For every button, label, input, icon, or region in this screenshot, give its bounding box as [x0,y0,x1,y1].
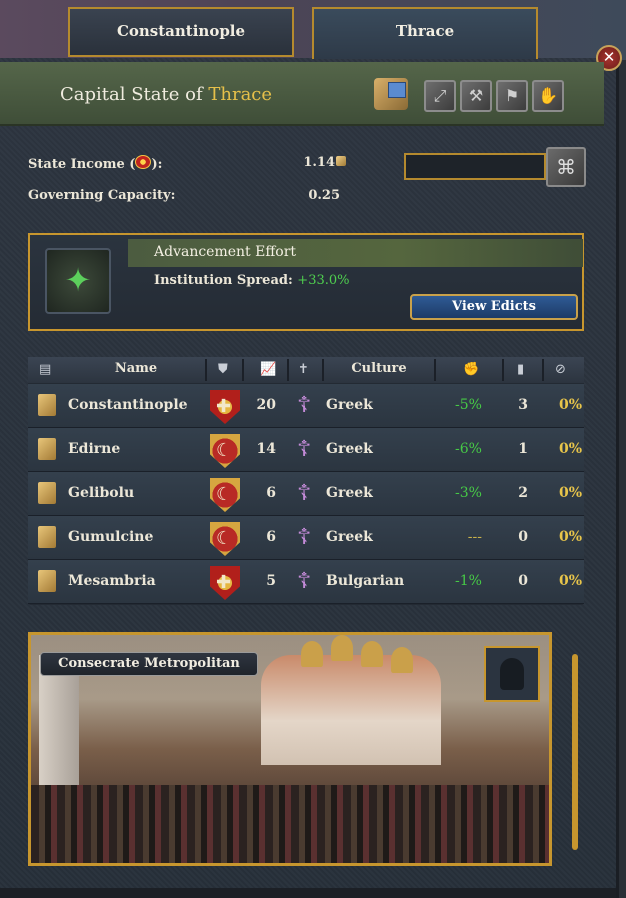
change-value: -6% [455,441,482,457]
religion-header-icon[interactable]: ✝ [298,362,309,377]
change-value: -3% [455,485,482,501]
province-scroll-icon[interactable] [38,482,56,504]
development-header-icon[interactable]: 📈 [260,362,276,377]
cathedral [261,655,441,765]
coin-icon [336,156,346,166]
scroll-header-icon[interactable]: ▤ [39,362,51,377]
buildings-value: 3 [518,397,528,413]
header-divider [242,359,244,381]
cornucopia-icon[interactable]: ⌘ [546,147,586,187]
governing-capacity-value: 0.25 [308,188,340,203]
province-name[interactable]: Edirne [68,441,120,457]
culture-value: Greek [326,529,373,545]
handshake-icon[interactable]: ✋ [532,80,564,112]
province-scroll-icon[interactable] [38,526,56,548]
header-divider [434,359,436,381]
header-divider [287,359,289,381]
state-edict-icon[interactable] [374,78,408,110]
development-value: 6 [266,529,276,545]
change-value: --- [467,529,482,545]
orthodox-cross-icon: ☦ [296,569,312,594]
devastation-value: 0% [558,441,582,457]
dome [391,647,413,673]
event-title[interactable]: Consecrate Metropolitan [40,652,258,676]
province-scroll-icon[interactable] [38,570,56,592]
change-value: -1% [455,573,482,589]
column-culture[interactable]: Culture [326,361,432,376]
devastation-header-icon[interactable]: ⊘ [555,362,566,377]
change-value: -5% [455,397,482,413]
development-value: 6 [266,485,276,501]
dome [331,635,353,661]
buildings-value: 0 [518,529,528,545]
shield-header-icon[interactable]: ⛊ [218,362,228,377]
move-capital-icon[interactable]: ⚑ [496,80,528,112]
province-name[interactable]: Constantinople [68,397,188,413]
advancement-book-icon: ✦ [45,248,111,314]
culture-value: Greek [326,485,373,501]
buildings-value: 2 [518,485,528,501]
buildings-value: 1 [518,441,528,457]
ducats-flag-icon [135,155,152,169]
devastation-value: 0% [558,573,582,589]
crowd [31,785,549,863]
tab-thrace[interactable]: Thrace [312,7,538,59]
province-name[interactable]: Mesambria [68,573,156,589]
advancement-title: Advancement Effort [154,244,297,260]
institution-spread-value: +33.0% [297,273,350,288]
development-value: 20 [256,397,276,413]
page-title: Capital State of Thrace [60,84,272,105]
state-income-value: 1.14 [286,155,346,170]
culture-value: Greek [326,397,373,413]
view-edicts-button[interactable]: View Edicts [410,294,578,320]
flag-icon [388,82,406,98]
devastation-value: 0% [558,485,582,501]
event-scrollbar[interactable] [572,654,578,850]
development-value: 14 [256,441,276,457]
state-income-label: State Income (): [28,155,163,172]
expand-infrastructure-icon[interactable]: ⤢ [424,80,456,112]
development-value: 5 [266,573,276,589]
column-name[interactable]: Name [70,361,202,376]
orthodox-cross-icon: ☦ [296,525,312,550]
culture-value: Greek [326,441,373,457]
dome [301,641,323,667]
orthodox-cross-icon: ☦ [296,437,312,462]
title-state-name: Thrace [208,84,273,105]
orthodox-cross-icon: ☦ [296,393,312,418]
header-divider [322,359,324,381]
event-portrait-slot[interactable] [484,646,540,702]
state-edict-slot[interactable] [404,153,546,180]
header-divider [502,359,504,381]
orthodox-cross-icon: ☦ [296,481,312,506]
title-prefix: Capital State of [60,84,203,105]
province-name[interactable]: Gumulcine [68,529,153,545]
devastation-value: 0% [558,397,582,413]
advisor-silhouette-icon [500,658,524,690]
province-name[interactable]: Gelibolu [68,485,134,501]
tab-constantinople[interactable]: Constantinople [68,7,294,57]
institution-spread: Institution Spread: +33.0% [154,273,350,288]
header-divider [205,359,207,381]
province-scroll-icon[interactable] [38,438,56,460]
buildings-header-icon[interactable]: ▮ [517,362,524,377]
culture-value: Bulgarian [326,573,405,589]
header-divider [542,359,544,381]
province-scroll-icon[interactable] [38,394,56,416]
governing-capacity-label: Governing Capacity: [28,188,176,203]
unrest-header-icon[interactable]: ✊ [463,362,479,377]
dome [361,641,383,667]
build-icon[interactable]: ⚒ [460,80,492,112]
buildings-value: 0 [518,573,528,589]
panel-bottom-edge [0,888,616,898]
devastation-value: 0% [558,529,582,545]
